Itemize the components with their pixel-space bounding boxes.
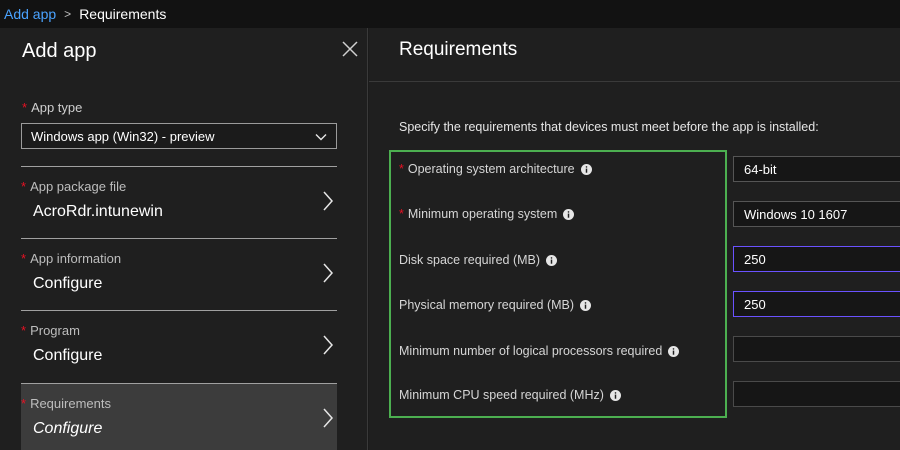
nav-item-label: * App information xyxy=(21,251,122,266)
physical-memory-input[interactable]: 250 xyxy=(733,291,900,317)
minimum-os-select[interactable]: Windows 10 1607 xyxy=(733,201,900,227)
info-icon[interactable] xyxy=(563,208,575,220)
app-type-dropdown[interactable]: Windows app (Win32) - preview xyxy=(21,123,337,149)
required-marker: * xyxy=(22,100,28,115)
required-marker: * xyxy=(399,162,404,176)
breadcrumb-current: Requirements xyxy=(79,6,167,22)
physical-memory-label: Physical memory required (MB) xyxy=(399,298,592,312)
cpu-speed-input[interactable] xyxy=(733,381,900,407)
chevron-right-icon xyxy=(323,335,334,355)
info-icon[interactable] xyxy=(580,299,592,311)
add-app-blade: Add app * App type Windows app (Win32) - … xyxy=(0,28,368,450)
logical-processors-input[interactable] xyxy=(733,336,900,362)
chevron-right-icon xyxy=(323,263,334,283)
breadcrumb-add-app-link[interactable]: Add app xyxy=(4,6,56,22)
nav-item-label: * Program xyxy=(21,323,80,338)
breadcrumb-separator: > xyxy=(64,7,72,21)
close-icon xyxy=(342,41,358,57)
nav-item-app-package-file[interactable]: * App package file AcroRdr.intunewin xyxy=(21,166,337,236)
nav-item-requirements[interactable]: * Requirements Configure xyxy=(21,383,337,450)
nav-item-value: AcroRdr.intunewin xyxy=(33,203,163,220)
app-type-value: Windows app (Win32) - preview xyxy=(31,128,215,144)
nav-item-app-information[interactable]: * App information Configure xyxy=(21,238,337,308)
nav-item-value: Configure xyxy=(33,275,103,292)
requirements-header: Requirements xyxy=(369,28,900,82)
disk-space-input[interactable]: 250 xyxy=(733,246,900,272)
logical-processors-label: Minimum number of logical processors req… xyxy=(399,344,680,358)
add-app-header: Add app xyxy=(0,28,368,82)
required-marker: * xyxy=(399,207,404,221)
chevron-right-icon xyxy=(323,191,334,211)
add-app-title: Add app xyxy=(22,40,97,62)
requirements-blade: Requirements Specify the requirements th… xyxy=(369,28,900,450)
os-architecture-select[interactable]: 64-bit xyxy=(733,156,900,182)
chevron-right-icon xyxy=(323,408,334,428)
nav-item-value: Configure xyxy=(33,420,103,437)
info-icon[interactable] xyxy=(580,163,592,175)
requirements-highlight-box xyxy=(389,150,727,418)
os-architecture-label: * Operating system architecture xyxy=(399,162,592,176)
breadcrumb: Add app > Requirements xyxy=(0,0,900,28)
info-icon[interactable] xyxy=(609,389,621,401)
disk-space-label: Disk space required (MB) xyxy=(399,253,558,267)
minimum-os-label: * Minimum operating system xyxy=(399,207,575,221)
chevron-down-icon xyxy=(315,134,327,141)
info-icon[interactable] xyxy=(668,345,680,357)
requirements-description: Specify the requirements that devices mu… xyxy=(399,120,819,134)
nav-item-label: * Requirements xyxy=(21,396,111,411)
close-button[interactable] xyxy=(338,37,362,61)
info-icon[interactable] xyxy=(546,254,558,266)
requirements-title: Requirements xyxy=(399,39,518,60)
nav-item-label: * App package file xyxy=(21,179,127,194)
nav-item-value: Configure xyxy=(33,347,103,364)
cpu-speed-label: Minimum CPU speed required (MHz) xyxy=(399,388,621,402)
app-type-label: * App type xyxy=(22,100,83,115)
nav-item-program[interactable]: * Program Configure xyxy=(21,310,337,380)
